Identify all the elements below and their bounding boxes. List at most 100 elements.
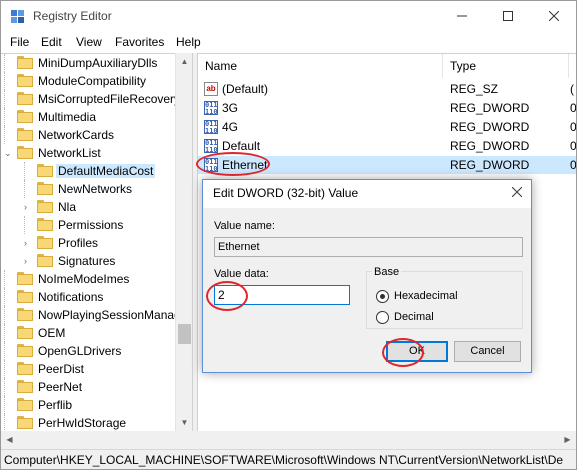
tree-item-label: Multimedia	[38, 110, 97, 124]
collapsed-chevron-icon[interactable]: ›	[24, 256, 32, 266]
value-data: 0	[570, 158, 576, 172]
value-type: REG_DWORD	[450, 158, 530, 172]
tree-item[interactable]: NoImeModeImes	[1, 270, 175, 288]
folder-icon	[17, 74, 33, 87]
tree-connector	[4, 324, 12, 342]
binary-value-icon: 011 110	[204, 101, 218, 116]
tree-connector	[4, 378, 12, 396]
folder-icon	[17, 308, 33, 321]
minimize-icon	[457, 15, 467, 17]
value-data-label: Value data:	[214, 268, 269, 280]
column-header-name[interactable]: Name	[198, 54, 443, 78]
tree-item[interactable]: PeerDist	[1, 360, 175, 378]
scroll-down-arrow-icon[interactable]: ▼	[176, 414, 193, 431]
decimal-label[interactable]: Decimal	[394, 311, 434, 323]
tree-item[interactable]: Notifications	[1, 288, 175, 306]
decimal-radio[interactable]	[376, 311, 389, 324]
tree-item-label: NetworkCards	[38, 128, 115, 142]
binary-value-icon: 011 110	[204, 139, 218, 154]
minimize-button[interactable]	[439, 1, 485, 31]
folder-icon	[17, 344, 33, 357]
tree-item[interactable]: PeerNet	[1, 378, 175, 396]
tree-connector	[4, 342, 12, 360]
scroll-left-arrow-icon[interactable]: ◀	[1, 431, 18, 449]
value-name: Ethernet	[222, 158, 268, 172]
menu-help[interactable]: Help	[176, 35, 201, 49]
tree-connector	[4, 396, 12, 414]
registry-editor-window: Registry Editor File Edit View Favorites…	[0, 0, 577, 470]
close-button[interactable]	[531, 1, 577, 31]
tree-item[interactable]: › Nla	[1, 198, 175, 216]
menu-view[interactable]: View	[76, 35, 102, 49]
value-row[interactable]: 011110 Ethernet REG_DWORD 0	[198, 156, 576, 174]
scroll-up-arrow-icon[interactable]: ▲	[176, 53, 193, 70]
hexadecimal-label[interactable]: Hexadecimal	[394, 290, 458, 302]
tree-item[interactable]: NowPlayingSessionManag	[1, 306, 181, 324]
column-header-data[interactable]: D	[569, 54, 576, 78]
folder-icon	[17, 56, 33, 69]
value-row[interactable]: 011110 Default REG_DWORD 0	[198, 137, 576, 155]
folder-icon	[37, 254, 53, 267]
tree-item-label: ModuleCompatibility	[38, 74, 147, 88]
collapsed-chevron-icon[interactable]: ›	[24, 202, 32, 212]
tree-item[interactable]: › Profiles	[1, 234, 175, 252]
tree-item-label: NoImeModeImes	[38, 272, 130, 286]
dialog-close-button[interactable]	[503, 180, 531, 206]
tree-item-label: Nla	[58, 200, 77, 214]
expanded-chevron-icon[interactable]: ⌄	[4, 148, 12, 158]
value-row[interactable]: ab (Default) REG_SZ (	[198, 80, 576, 98]
tree-item[interactable]: MsiCorruptedFileRecovery	[1, 90, 180, 108]
folder-icon	[17, 398, 33, 411]
folder-icon	[17, 362, 33, 375]
menu-bar: File Edit View Favorites Help	[1, 33, 576, 53]
horizontal-scrollbar[interactable]: ◀ ▶	[1, 431, 576, 449]
maximize-button[interactable]	[485, 1, 531, 31]
tree-item[interactable]: OpenGLDrivers	[1, 342, 175, 360]
tree-item-label: Profiles	[58, 236, 99, 250]
tree-item[interactable]: MiniDumpAuxiliaryDlls	[1, 54, 175, 72]
tree-vertical-scrollbar[interactable]: ▲ ▼	[175, 53, 192, 431]
menu-edit[interactable]: Edit	[41, 35, 62, 49]
tree-item-label: NewNetworks	[58, 182, 133, 196]
tree-item[interactable]: › Signatures	[1, 252, 175, 270]
scroll-right-arrow-icon[interactable]: ▶	[559, 431, 576, 449]
tree-item-label: MsiCorruptedFileRecovery	[38, 92, 181, 106]
tree-connector	[24, 162, 32, 180]
value-row[interactable]: 011110 4G REG_DWORD 0	[198, 118, 576, 136]
value-row[interactable]: 011110 3G REG_DWORD 0	[198, 99, 576, 117]
cancel-button[interactable]: Cancel	[454, 341, 521, 362]
tree-item[interactable]: Permissions	[1, 216, 175, 234]
tree-item[interactable]: Multimedia	[1, 108, 175, 126]
binary-value-icon: 011 110	[204, 158, 218, 173]
tree-connector	[4, 90, 12, 108]
ok-button[interactable]: OK	[386, 341, 448, 362]
tree-item[interactable]: NetworkCards	[1, 126, 175, 144]
folder-icon	[37, 218, 53, 231]
tree-item-label: PerHwIdStorage	[38, 416, 127, 430]
registry-key-tree[interactable]: MiniDumpAuxiliaryDlls ModuleCompatibility…	[1, 53, 192, 431]
menu-favorites[interactable]: Favorites	[115, 35, 164, 49]
base-label: Base	[372, 266, 402, 278]
binary-value-icon: 011 110	[204, 120, 218, 135]
tree-item[interactable]: ModuleCompatibility	[1, 72, 175, 90]
value-data-input[interactable]: 2	[214, 285, 350, 305]
tree-item[interactable]: ⌄ NetworkList	[1, 144, 175, 162]
tree-item[interactable]: PerHwIdStorage	[1, 414, 175, 431]
tree-connector	[4, 54, 12, 72]
value-type: REG_DWORD	[450, 120, 530, 134]
tree-item[interactable]: DefaultMediaCost	[1, 162, 175, 180]
title-bar[interactable]: Registry Editor	[1, 1, 576, 31]
scrollbar-thumb[interactable]	[178, 324, 191, 344]
collapsed-chevron-icon[interactable]: ›	[24, 238, 32, 248]
value-name: Default	[222, 139, 261, 153]
folder-icon	[37, 200, 53, 213]
dialog-body: Value name: Ethernet Value data: 2 Base …	[203, 208, 531, 372]
tree-connector	[4, 360, 12, 378]
hexadecimal-radio[interactable]	[376, 290, 389, 303]
tree-item[interactable]: Perflib	[1, 396, 175, 414]
menu-file[interactable]: File	[10, 35, 29, 49]
column-header-type[interactable]: Type	[443, 54, 569, 78]
tree-item[interactable]: NewNetworks	[1, 180, 175, 198]
tree-item[interactable]: OEM	[1, 324, 175, 342]
close-icon	[549, 11, 559, 21]
